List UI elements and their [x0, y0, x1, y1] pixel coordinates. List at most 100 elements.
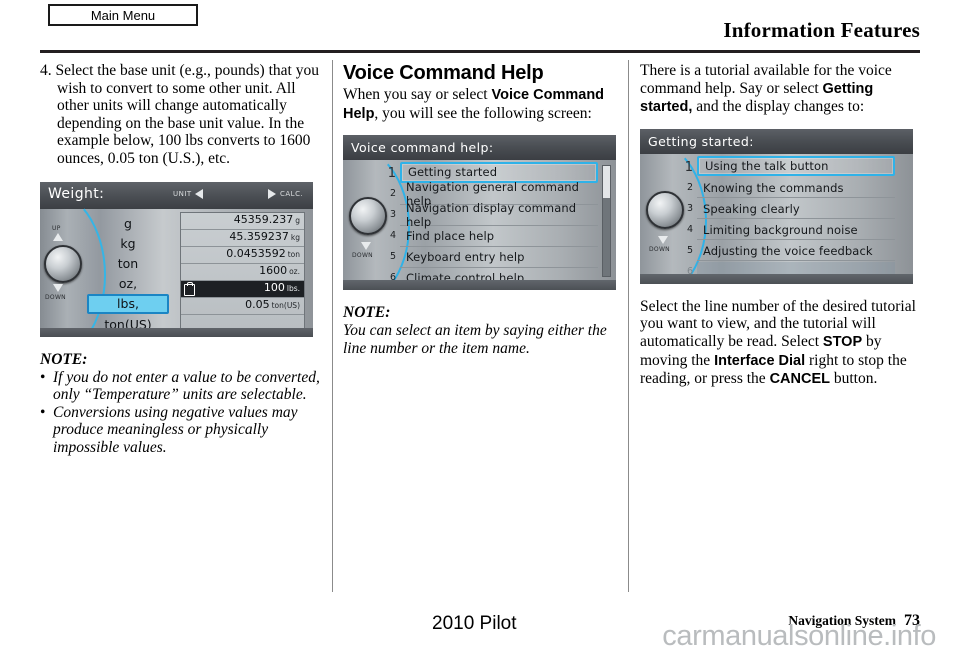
menu-row-label: Getting started [408, 165, 498, 180]
column-middle: Voice Command Help When you say or selec… [343, 62, 626, 357]
menu-row-selected[interactable]: Using the talk button [697, 155, 895, 177]
converted-values-panel: 45359.237 g 45.359237 kg 0.0453592 ton 1… [180, 211, 305, 330]
unit-label: UNIT [173, 189, 192, 198]
unit-row-selected[interactable]: lbs, [87, 293, 169, 314]
interface-dial[interactable] [44, 244, 82, 283]
unit-row-label: lbs, [117, 296, 139, 312]
unit-row-label: kg [120, 236, 136, 252]
outro-bold-interface-dial: Interface Dial [714, 352, 806, 369]
note-label-left: NOTE: [40, 350, 88, 368]
menu-row-label: Adjusting the voice feedback [703, 243, 873, 258]
value-number: 45359.237 [233, 212, 294, 226]
value-unit: ton [287, 249, 300, 259]
scrollbar-thumb[interactable] [603, 166, 610, 199]
unit-row-label: g [124, 216, 132, 232]
note-list-item: If you do not enter a value to be conver… [40, 369, 323, 404]
interface-dial[interactable] [349, 197, 387, 236]
row-number: 2 [389, 188, 396, 200]
lock-icon [184, 281, 195, 296]
getting-started-title-bar: Getting started: [640, 128, 913, 154]
voice-help-bottom-strip [343, 280, 616, 291]
menu-row[interactable]: Knowing the commands [697, 178, 895, 199]
row-number: 3 [686, 202, 693, 214]
row-number: 1 [387, 166, 396, 182]
value-row: 0.05 ton(US) [181, 298, 304, 315]
menu-row-label: Using the talk button [705, 159, 829, 174]
outro-bold-stop: STOP [822, 333, 863, 350]
menu-row-label: Navigation display command help [406, 200, 577, 229]
unit-row[interactable]: oz, [87, 274, 169, 294]
dial-up-arrow-icon [53, 232, 63, 241]
value-row-highlighted: 100 lbs. [181, 280, 304, 298]
menu-row[interactable]: Find place help [400, 226, 598, 247]
voice-command-intro-paragraph: When you say or select Voice Command Hel… [343, 86, 626, 123]
weight-converter-screenshot: Weight: UNIT CALC. UP DOWN g kg ton oz, … [40, 181, 313, 337]
menu-row-label: Speaking clearly [703, 201, 800, 216]
note-label-middle: NOTE: [343, 304, 391, 322]
dial-down-label: DOWN [45, 293, 66, 301]
menu-row[interactable]: Navigation display command help [400, 201, 598, 229]
intro-text-part2: , you will see the following screen: [374, 104, 592, 122]
dial-down-label: DOWN [649, 245, 670, 253]
note-list-item: Conversions using negative values may pr… [40, 404, 323, 457]
value-unit: ton(US) [271, 300, 300, 310]
value-unit: oz. [289, 266, 300, 276]
dial-up-label: UP [52, 224, 61, 232]
value-unit: g [295, 215, 300, 225]
intro-text-part1: When you say or select [343, 86, 492, 103]
row-number: 5 [389, 251, 396, 263]
tutorial-outro-paragraph: Select the line number of the desired tu… [640, 298, 923, 389]
menu-row-label: Keyboard entry help [406, 249, 525, 264]
menu-row-label: Find place help [406, 228, 495, 243]
weight-bottom-strip [40, 327, 313, 337]
value-unit: kg [290, 232, 300, 242]
row-number: 2 [686, 181, 693, 193]
intro-text-part2: and the display changes to: [692, 98, 865, 116]
value-unit: lbs. [286, 283, 300, 293]
main-menu-tab-label: Main Menu [90, 7, 156, 23]
menu-row[interactable]: Adjusting the voice feedback [697, 241, 895, 262]
dial-down-arrow-icon [658, 235, 668, 244]
watermark-text: carmanualsonline.info [662, 620, 936, 652]
voice-help-screen-body: DOWN 1 2 3 4 5 6 Getting started Navigat… [343, 142, 616, 291]
calc-label: CALC. [280, 189, 304, 198]
value-number: 0.0453592 [226, 246, 286, 260]
column-divider-2 [628, 60, 629, 592]
tutorial-intro-paragraph: There is a tutorial available for the vo… [640, 62, 923, 117]
row-number: 5 [686, 244, 693, 256]
row-number: 4 [389, 230, 396, 242]
value-row: 0.0453592 ton [181, 247, 304, 264]
row-number: 4 [686, 223, 693, 235]
menu-row[interactable]: Speaking clearly [697, 199, 895, 220]
voice-help-title-bar: Voice command help: [343, 135, 616, 161]
value-number: 100 [263, 280, 285, 294]
step-4-number: 4. [40, 62, 52, 79]
arrow-right-icon [268, 188, 276, 199]
column-right: There is a tutorial available for the vo… [640, 62, 923, 389]
scrollbar[interactable] [602, 165, 611, 278]
dial-down-label: DOWN [352, 252, 373, 260]
step-4-text: Select the base unit (e.g., pounds) that… [55, 62, 319, 167]
unit-row[interactable]: ton [87, 254, 169, 274]
value-row: 45359.237 g [181, 213, 304, 230]
unit-row[interactable]: g [87, 214, 169, 234]
getting-started-screenshot: Getting started: DOWN 1 2 3 4 5 6 Using … [640, 128, 913, 284]
interface-dial[interactable] [646, 190, 684, 229]
dial-down-arrow-icon [361, 242, 371, 251]
weight-screen-body: UP DOWN g kg ton oz, lbs, ton(US) 45359.… [40, 186, 313, 337]
row-number: 1 [684, 159, 693, 175]
menu-row[interactable]: Keyboard entry help [400, 247, 598, 268]
row-number: 3 [389, 209, 396, 221]
value-row: 45.359237 kg [181, 230, 304, 247]
menu-row[interactable]: Limiting background noise [697, 220, 895, 241]
getting-started-bottom-strip [640, 273, 913, 284]
value-number: 45.359237 [229, 229, 289, 243]
outro-text-part4: button. [829, 370, 878, 388]
main-menu-tab[interactable]: Main Menu [48, 4, 198, 26]
unit-row-label: oz, [118, 276, 138, 292]
unit-row[interactable]: kg [87, 234, 169, 254]
menu-row-label: Limiting background noise [703, 222, 858, 237]
voice-command-help-screenshot: Voice command help: DOWN 1 2 3 4 5 6 Get… [343, 135, 616, 291]
step-4-paragraph: 4. Select the base unit (e.g., pounds) t… [40, 62, 323, 168]
value-number: 1600 [259, 263, 288, 277]
